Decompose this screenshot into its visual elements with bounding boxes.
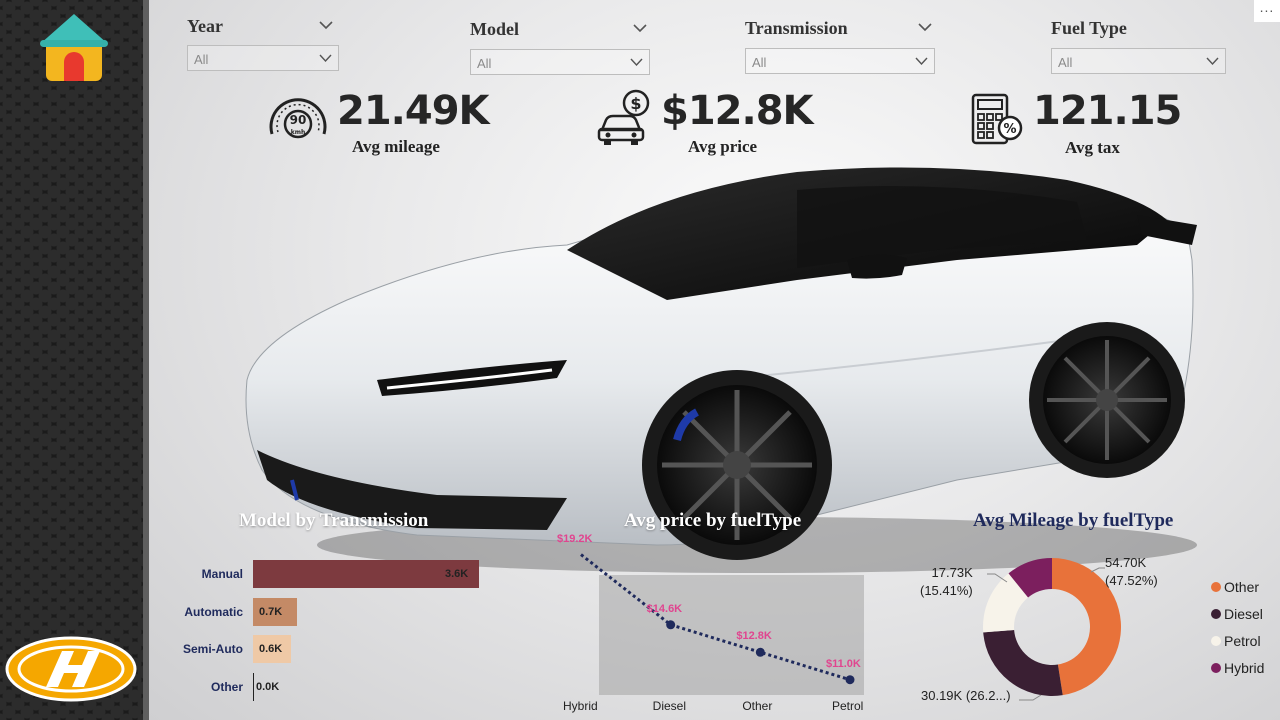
- fuel-type-filter-title: Fuel Type: [1051, 18, 1127, 38]
- year-select[interactable]: All: [187, 45, 339, 71]
- bar-value-other: 0.0K: [256, 680, 280, 693]
- transmission-filter: Transmission All: [745, 18, 935, 76]
- chevron-down-icon: [915, 57, 928, 65]
- avg-price-value: $12.8K: [661, 88, 814, 134]
- avg-price-by-fueltype-title: Avg price by fuelType: [624, 510, 802, 531]
- legend-item-hybrid[interactable]: Hybrid: [1211, 660, 1264, 676]
- avg-tax-value: 121.15: [1033, 88, 1182, 134]
- model-select[interactable]: All: [470, 49, 650, 75]
- legend-label-diesel: Diesel: [1224, 606, 1263, 622]
- model-filter: Model All: [470, 19, 650, 77]
- price-category-hybrid: Hybrid: [563, 699, 598, 713]
- bar-label-manual: Manual: [201, 567, 243, 581]
- line-plot-area: [599, 575, 864, 695]
- transmission-filter-title: Transmission: [745, 18, 848, 38]
- price-point-petrol[interactable]: [845, 675, 855, 685]
- chevron-down-icon: [319, 54, 332, 62]
- legend-dot-other: [1211, 582, 1221, 592]
- chevron-down-icon: [1206, 57, 1219, 65]
- donut-leader-lines: [987, 567, 1105, 701]
- donut-label-other: 54.70K (47.52%): [1105, 554, 1158, 590]
- home-icon: [40, 14, 108, 81]
- legend-label-petrol: Petrol: [1224, 633, 1261, 649]
- year-filter: Year All: [187, 16, 342, 74]
- bar-label-automatic: Automatic: [184, 604, 243, 619]
- legend-dot-hybrid: [1211, 663, 1221, 673]
- bar-other[interactable]: [253, 672, 254, 701]
- bar-label-semi-auto: Semi-Auto: [183, 642, 243, 656]
- home-button[interactable]: [34, 10, 114, 85]
- year-select-value: All: [194, 52, 209, 67]
- price-label-other: $12.8K: [736, 630, 772, 643]
- legend-item-diesel[interactable]: Diesel: [1211, 606, 1263, 622]
- chevron-down-icon[interactable]: [633, 23, 647, 33]
- bar-label-other: Other: [210, 679, 243, 694]
- donut-label-petrol: 17.73K (15.41%): [920, 564, 973, 600]
- donut-label-petrol-value: 17.73K: [931, 565, 973, 580]
- legend-dot-petrol: [1211, 636, 1221, 646]
- fuel-type-select-value: All: [1058, 55, 1073, 70]
- bar-value-semi-auto: 0.6K: [259, 643, 283, 655]
- car-dollar-icon: $: [597, 89, 650, 145]
- avg-price-by-fueltype-chart: [580, 553, 864, 695]
- donut-label-petrol-percent: (15.41%): [920, 583, 973, 598]
- donut-label-other-value: 54.70K: [1105, 555, 1147, 570]
- bar-value-manual: 3.6K: [445, 568, 469, 580]
- price-label-diesel: $14.6K: [646, 602, 683, 615]
- avg-mileage-value: 21.49K: [337, 88, 490, 134]
- model-select-value: All: [477, 56, 492, 71]
- fuel-type-select[interactable]: All: [1051, 48, 1226, 74]
- svg-text:%: %: [1003, 122, 1016, 137]
- price-label-petrol: $11.0K: [826, 657, 861, 670]
- legend-item-other[interactable]: Other: [1211, 579, 1259, 595]
- legend-dot-diesel: [1211, 609, 1221, 619]
- chevron-down-icon[interactable]: [918, 22, 932, 32]
- model-filter-title: Model: [470, 19, 519, 39]
- chevron-down-icon: [630, 58, 643, 66]
- price-point-other[interactable]: [755, 647, 765, 657]
- sidebar: [0, 0, 143, 720]
- model-by-transmission-title: Model by Transmission: [239, 510, 429, 531]
- fuel-type-filter: Fuel Type All: [1051, 18, 1226, 76]
- legend-label-other: Other: [1224, 579, 1260, 595]
- chevron-down-icon[interactable]: [319, 20, 333, 30]
- price-label-hybrid: $19.2K: [557, 532, 593, 545]
- transmission-select[interactable]: All: [745, 48, 935, 74]
- price-point-diesel[interactable]: [666, 620, 676, 630]
- tax-calculator-icon: %: [971, 93, 1023, 145]
- more-options-button[interactable]: ...: [1254, 0, 1280, 22]
- speedometer-number: 90: [290, 113, 307, 127]
- bar-value-automatic: 0.7K: [259, 605, 283, 618]
- donut-label-other-percent: (47.52%): [1105, 573, 1158, 588]
- speedometer-icon: 90 kmh: [269, 98, 327, 139]
- avg-mileage-by-fueltype-title: Avg Mileage by fuelType: [973, 510, 1174, 531]
- price-category-other: Other: [742, 699, 773, 713]
- legend-item-petrol[interactable]: Petrol: [1211, 633, 1261, 649]
- hyundai-logo: [4, 635, 138, 703]
- speedometer-unit: kmh: [291, 129, 306, 136]
- transmission-select-value: All: [752, 55, 767, 70]
- legend-label-hybrid: Hybrid: [1224, 660, 1265, 676]
- report-canvas: ... Year All Model All Transmission All …: [149, 0, 1280, 720]
- svg-text:$: $: [630, 94, 641, 113]
- price-category-diesel: Diesel: [652, 699, 687, 713]
- price-category-petrol: Petrol: [832, 699, 864, 713]
